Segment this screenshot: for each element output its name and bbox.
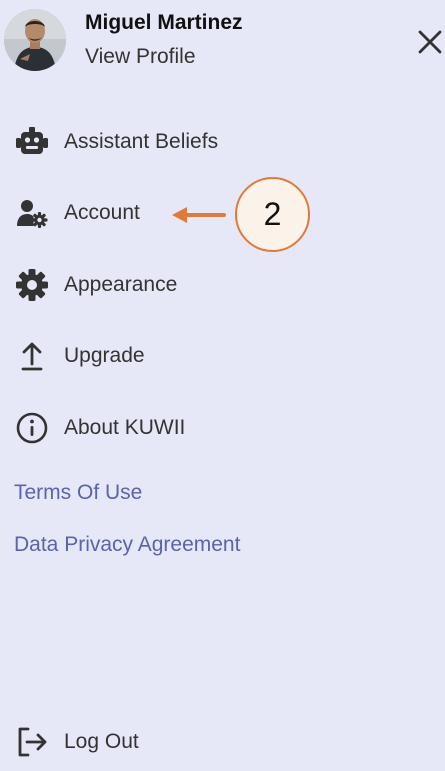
annotation-step-badge: 2	[235, 177, 310, 252]
menu-item-assistant-beliefs[interactable]: Assistant Beliefs	[10, 120, 310, 164]
view-profile-link[interactable]: View Profile	[85, 45, 196, 69]
avatar-image	[4, 9, 66, 71]
avatar[interactable]	[4, 9, 66, 71]
close-button[interactable]	[416, 28, 444, 56]
logout-icon	[10, 720, 54, 764]
menu-item-about[interactable]: About KUWII	[10, 406, 310, 450]
terms-of-use-link[interactable]: Terms Of Use	[14, 481, 142, 505]
annotation-arrow	[170, 203, 226, 227]
upload-arrow-icon	[10, 334, 54, 378]
profile-header[interactable]: Miguel Martinez View Profile	[4, 9, 384, 75]
menu-item-appearance[interactable]: Appearance	[10, 263, 310, 307]
robot-icon	[10, 120, 54, 164]
menu-item-upgrade[interactable]: Upgrade	[10, 334, 310, 378]
data-privacy-link[interactable]: Data Privacy Agreement	[14, 533, 240, 557]
close-icon	[418, 30, 442, 54]
info-icon	[10, 406, 54, 450]
logout-label: Log Out	[64, 730, 139, 753]
menu-item-label: Account	[64, 201, 140, 224]
logout-button[interactable]: Log Out	[10, 720, 310, 764]
menu-item-label: Appearance	[64, 273, 178, 296]
menu-item-label: Assistant Beliefs	[64, 130, 219, 153]
menu-item-label: About KUWII	[64, 416, 186, 439]
gear-icon	[10, 263, 54, 307]
menu-item-label: Upgrade	[64, 344, 145, 367]
user-gear-icon	[10, 191, 54, 235]
profile-name: Miguel Martinez	[85, 11, 243, 34]
